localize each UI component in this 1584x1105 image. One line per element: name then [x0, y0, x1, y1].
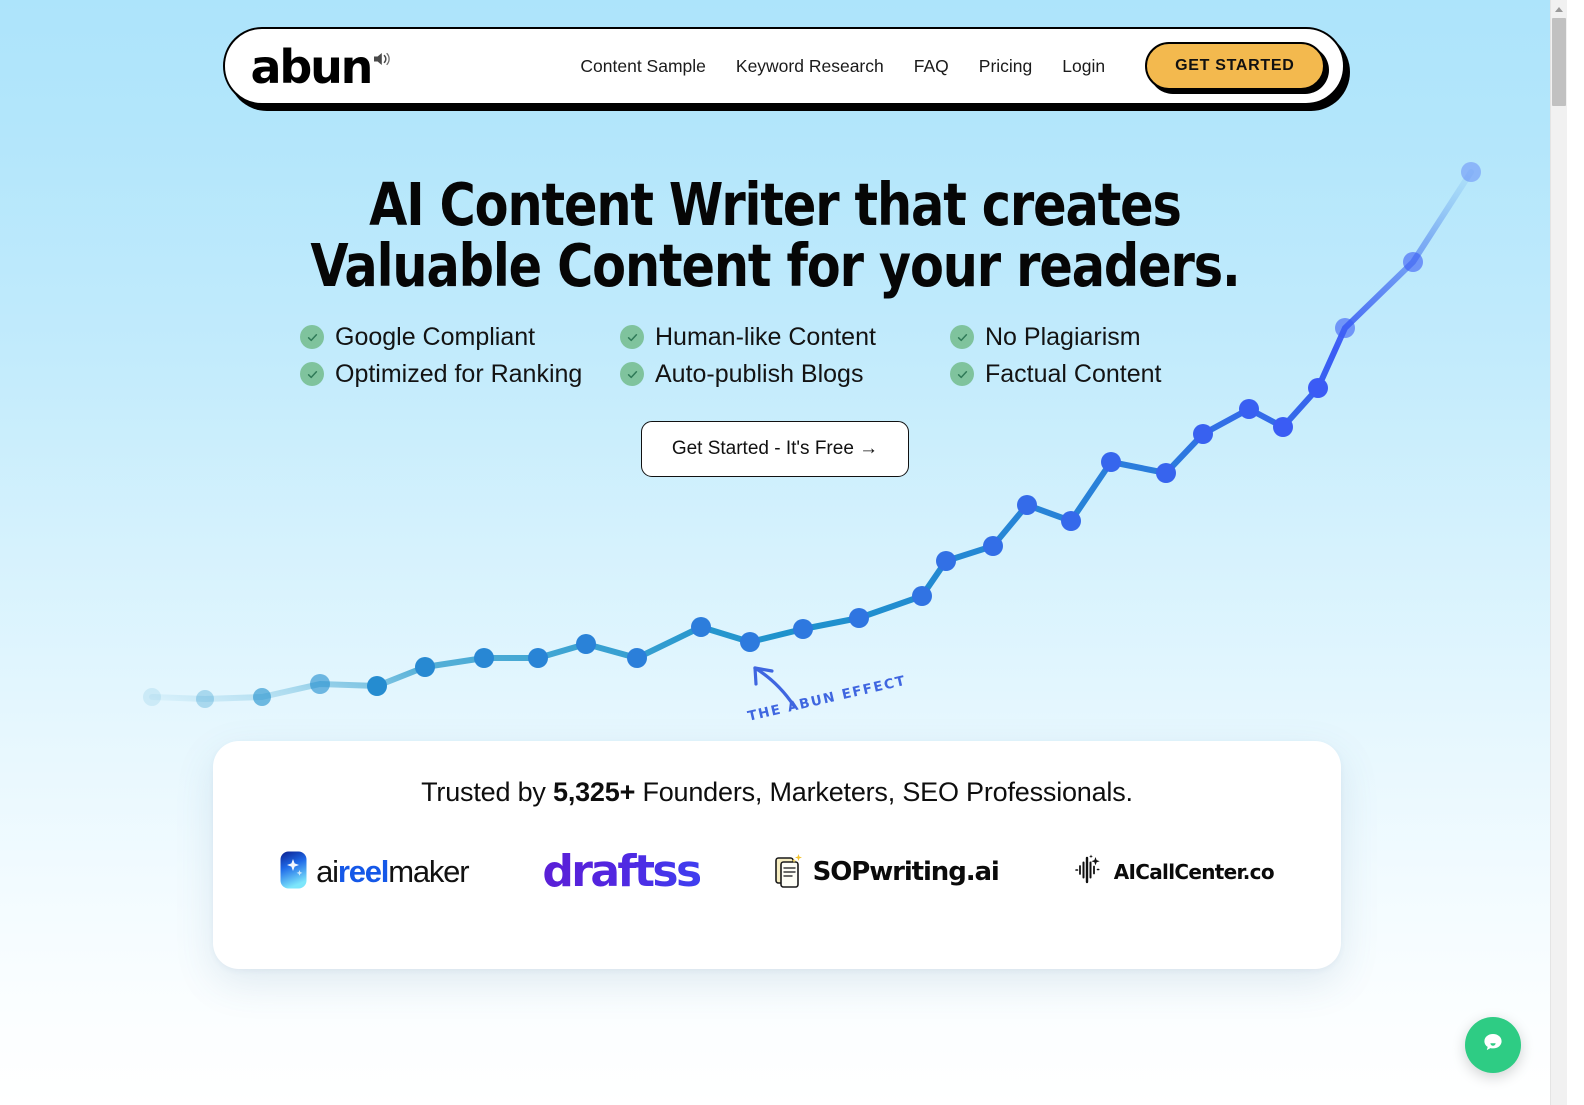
chart-point: [936, 551, 956, 571]
nav-link-faq[interactable]: FAQ: [914, 56, 949, 77]
scrollbar-thumb[interactable]: [1552, 18, 1566, 106]
check-icon: [300, 325, 324, 350]
chart-point: [415, 657, 435, 677]
chart-point: [474, 648, 494, 668]
feature-label: Google Compliant: [335, 322, 536, 351]
trusted-prefix: Trusted by: [421, 777, 553, 807]
feature-no-plagiarism: No Plagiarism: [950, 323, 1250, 352]
logo-sop-bold: SOP: [812, 857, 871, 887]
chat-widget-button[interactable]: [1465, 1017, 1521, 1073]
logo-sop-rest: writing.ai: [869, 857, 1000, 887]
chart-point: [576, 634, 596, 654]
chart-point: [1239, 399, 1259, 419]
feature-label: No Plagiarism: [985, 322, 1141, 351]
nav-link-keyword-research[interactable]: Keyword Research: [736, 56, 884, 77]
abun-effect-annotation: THE ABUN EFFECT: [742, 662, 922, 742]
sparkle-app-icon: [280, 851, 307, 894]
logo-aireelmaker[interactable]: aireelmaker: [280, 851, 470, 894]
chart-point: [1017, 495, 1037, 515]
hero-cta-wrap: Get Started - It's Free →: [0, 420, 1550, 477]
chart-point: [912, 586, 932, 606]
logo-aicallcenter[interactable]: AICallCenter.co: [1073, 853, 1275, 892]
check-icon: [950, 325, 974, 350]
page-scrollbar[interactable]: [1550, 0, 1567, 1105]
logo-sopwriting[interactable]: SOPwriting.ai: [774, 852, 1000, 893]
check-icon: [620, 325, 644, 350]
feature-factual-content: Factual Content: [950, 360, 1250, 389]
waveform-sparkle-icon: [1073, 853, 1105, 892]
feature-label: Auto-publish Blogs: [655, 359, 864, 388]
feature-row: Optimized for Ranking Auto-publish Blogs…: [300, 360, 1250, 389]
feature-label: Human-like Content: [655, 322, 876, 351]
logo-aicallcenter-text: AICallCenter.co: [1113, 860, 1275, 884]
site-header: abun Content Sample Keyword Research FAQ…: [0, 27, 1567, 105]
chart-point: [310, 674, 330, 694]
chart-point: [627, 648, 647, 668]
check-icon: [620, 362, 644, 387]
speaker-icon: [372, 49, 393, 74]
chart-point: [849, 608, 869, 628]
document-sparkle-icon: [774, 852, 804, 893]
check-icon: [950, 362, 974, 387]
curved-arrow-up-left-icon: [753, 666, 796, 708]
get-started-button[interactable]: GET STARTED: [1145, 42, 1325, 90]
logo-part-2: maker: [388, 854, 469, 889]
chart-point: [528, 648, 548, 668]
chart-point: [143, 688, 161, 706]
hero-section: AI Content Writer that creates Valuable …: [0, 174, 1550, 477]
logo-draftss[interactable]: draftss: [542, 846, 702, 897]
chart-point: [196, 690, 214, 708]
feature-list: Google Compliant Human-like Content No P…: [0, 323, 1550, 389]
chart-point: [740, 632, 760, 652]
page-viewport: abun Content Sample Keyword Research FAQ…: [0, 0, 1567, 1105]
get-started-free-button[interactable]: Get Started - It's Free →: [640, 420, 910, 477]
navbar: abun Content Sample Keyword Research FAQ…: [222, 27, 1345, 105]
logo-part-1: ai: [316, 854, 339, 889]
logo-sopwriting-text: SOPwriting.ai: [812, 857, 1000, 887]
page-title: AI Content Writer that creates Valuable …: [54, 174, 1496, 300]
trusted-by-card: Trusted by 5,325+ Founders, Marketers, S…: [213, 741, 1341, 969]
nav-link-pricing[interactable]: Pricing: [979, 56, 1033, 77]
trusted-count: 5,325+: [553, 777, 636, 807]
check-icon: [300, 362, 324, 387]
chart-point: [691, 617, 711, 637]
feature-human-like-content: Human-like Content: [620, 323, 950, 352]
nav-links: Content Sample Keyword Research FAQ Pric…: [580, 42, 1325, 90]
logo-highlight: reel: [337, 854, 390, 889]
nav-link-login[interactable]: Login: [1062, 56, 1105, 77]
trusted-by-heading: Trusted by 5,325+ Founders, Marketers, S…: [213, 777, 1341, 808]
chart-point: [367, 676, 387, 696]
feature-google-compliant: Google Compliant: [300, 323, 620, 352]
feature-label: Factual Content: [985, 359, 1162, 388]
headline-line-2: Valuable Content for your readers.: [310, 230, 1240, 300]
chart-point: [983, 536, 1003, 556]
chart-point: [793, 619, 813, 639]
feature-row: Google Compliant Human-like Content No P…: [300, 323, 1250, 352]
feature-label: Optimized for Ranking: [335, 359, 583, 388]
trusted-suffix: Founders, Marketers, SEO Professionals.: [635, 777, 1133, 807]
brand-logo[interactable]: abun: [251, 42, 394, 90]
scroll-up-arrow-icon[interactable]: [1551, 2, 1567, 16]
logo-aireelmaker-text: aireelmaker: [316, 854, 469, 890]
feature-auto-publish-blogs: Auto-publish Blogs: [620, 360, 950, 389]
annotation-label: THE ABUN EFFECT: [746, 672, 908, 725]
brand-name: abun: [250, 40, 374, 94]
chart-point: [253, 688, 271, 706]
chart-point: [1061, 511, 1081, 531]
logo-draftss-text: draftss: [542, 846, 702, 897]
partner-logo-row: aireelmaker draftss SOPwriting.ai AICall…: [213, 850, 1341, 894]
headline-line-1: AI Content Writer that creates: [369, 170, 1182, 239]
feature-optimized-for-ranking: Optimized for Ranking: [300, 360, 620, 389]
chat-bubble-icon: [1480, 1030, 1506, 1061]
nav-link-content-sample[interactable]: Content Sample: [580, 56, 706, 77]
